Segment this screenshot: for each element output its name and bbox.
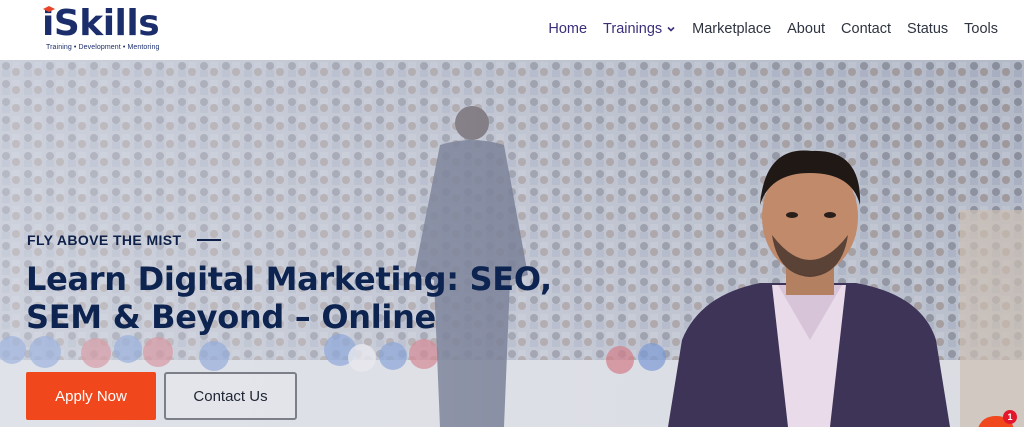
contact-us-button[interactable]: Contact Us — [164, 372, 297, 420]
main-nav: Home Trainings Marketplace About Contact… — [548, 0, 998, 58]
eyebrow-divider — [197, 239, 222, 241]
nav-label: Home — [548, 21, 588, 37]
nav-label: Contact — [841, 21, 892, 37]
logo-tagline: Training • Development • Mentoring — [46, 44, 160, 51]
logo-wordmark: iSkills — [42, 3, 160, 44]
presenter-portrait-image — [668, 150, 950, 427]
logo-cap-icon — [43, 6, 55, 12]
headline-line-2: SEM & Beyond – Online — [26, 298, 436, 336]
hero-eyebrow: FLY ABOVE THE MIST — [27, 232, 222, 248]
nav-item-trainings[interactable]: Trainings — [603, 21, 676, 37]
apply-now-button[interactable]: Apply Now — [26, 372, 156, 420]
nav-item-marketplace[interactable]: Marketplace — [692, 21, 771, 37]
chat-notification-badge: 1 — [1003, 410, 1017, 424]
nav-item-home[interactable]: Home — [548, 21, 587, 37]
chevron-down-icon — [667, 26, 675, 32]
nav-item-status[interactable]: Status — [907, 21, 948, 37]
site-logo[interactable]: iSkills Training • Development • Mentori… — [42, 4, 172, 56]
nav-item-about[interactable]: About — [787, 21, 825, 37]
site-header: iSkills Training • Development • Mentori… — [0, 0, 1024, 60]
nav-label: Marketplace — [692, 21, 772, 37]
nav-item-contact[interactable]: Contact — [841, 21, 891, 37]
nav-label: Trainings — [603, 21, 663, 37]
hero-eyebrow-text: FLY ABOVE THE MIST — [27, 232, 182, 248]
hero-headline: Learn Digital Marketing: SEO, SEM & Beyo… — [26, 260, 646, 336]
hero-banner: FLY ABOVE THE MIST Learn Digital Marketi… — [0, 60, 1024, 427]
nav-label: About — [787, 21, 826, 37]
nav-label: Status — [907, 21, 949, 37]
nav-label: Tools — [964, 21, 998, 37]
nav-item-tools[interactable]: Tools — [964, 21, 998, 37]
headline-line-1: Learn Digital Marketing: SEO, — [26, 260, 552, 298]
